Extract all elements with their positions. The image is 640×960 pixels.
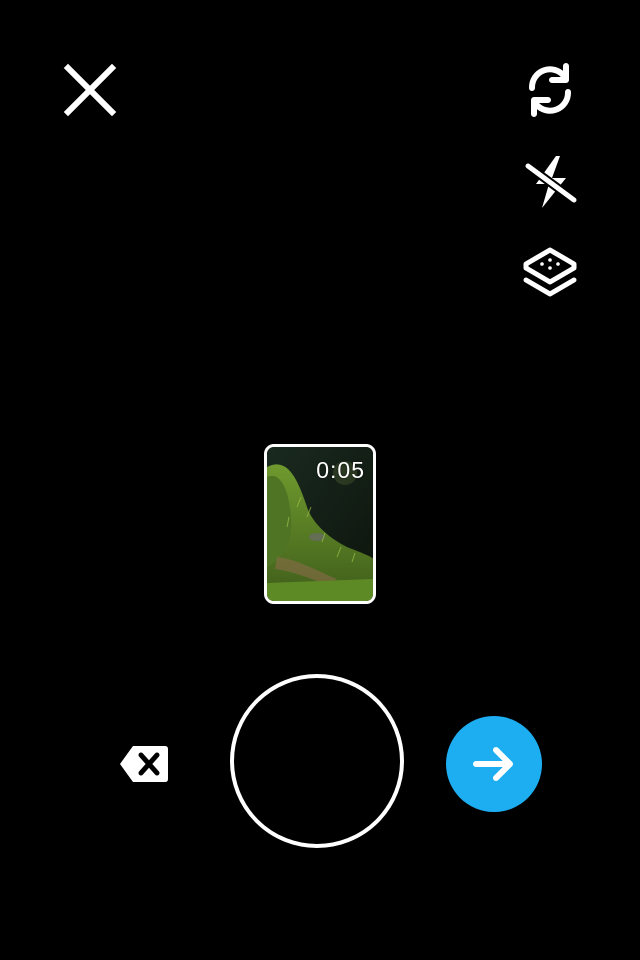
- camera-screen: 0:05: [0, 0, 640, 960]
- flip-camera-button[interactable]: [520, 60, 580, 120]
- record-shutter-button[interactable]: [230, 674, 404, 848]
- close-icon: [63, 63, 117, 117]
- close-button[interactable]: [60, 60, 120, 120]
- layers-button[interactable]: [520, 244, 580, 304]
- clip-thumbnail[interactable]: 0:05: [264, 444, 376, 604]
- flip-camera-icon: [529, 63, 571, 117]
- layers-icon: [523, 247, 577, 297]
- clip-duration: 0:05: [316, 457, 365, 483]
- flash-toggle-button[interactable]: [520, 152, 580, 212]
- flash-off-icon: [523, 156, 578, 208]
- next-button[interactable]: [446, 716, 542, 812]
- delete-segment-button[interactable]: [118, 742, 170, 786]
- arrow-right-icon: [473, 747, 513, 781]
- delete-icon: [120, 746, 168, 782]
